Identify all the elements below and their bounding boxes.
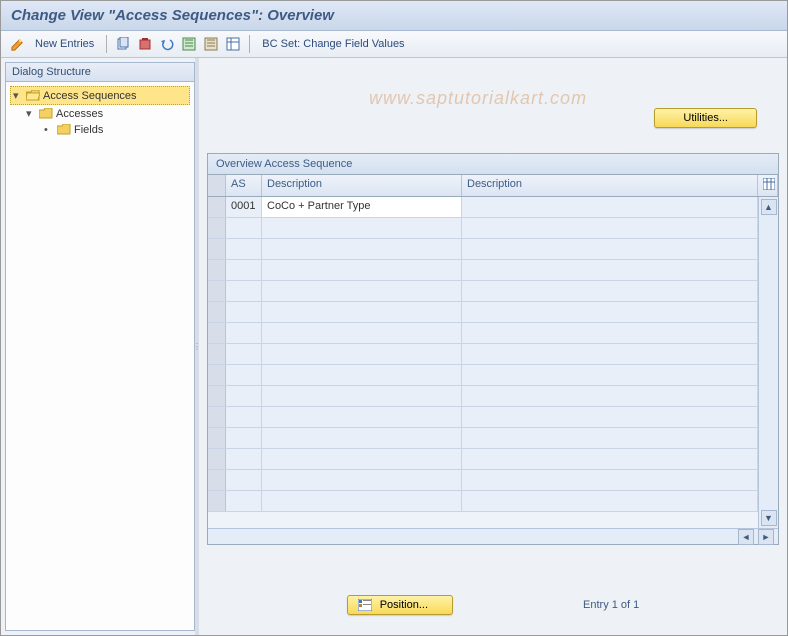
select-all-column-header[interactable] bbox=[208, 175, 226, 196]
copy-as-icon[interactable] bbox=[115, 36, 131, 52]
table-row-empty[interactable] bbox=[208, 323, 758, 344]
bottom-bar: Position... Entry 1 of 1 bbox=[199, 595, 787, 615]
delete-icon[interactable] bbox=[137, 36, 153, 52]
table-row-empty[interactable] bbox=[208, 449, 758, 470]
grid-horizontal-scroll: ◄ ► bbox=[208, 528, 778, 544]
tree-label: Accesses bbox=[56, 108, 103, 120]
folder-icon bbox=[57, 124, 71, 136]
table-row-empty[interactable] bbox=[208, 281, 758, 302]
table-row-empty[interactable] bbox=[208, 365, 758, 386]
main-panel: www.saptutorialkart.com Utilities... Ove… bbox=[199, 58, 787, 635]
table-row-empty[interactable] bbox=[208, 302, 758, 323]
bc-set-button[interactable]: BC Set: Change Field Values bbox=[258, 36, 408, 52]
watermark-text: www.saptutorialkart.com bbox=[369, 88, 587, 109]
table-row-empty[interactable] bbox=[208, 407, 758, 428]
column-header-description-2[interactable]: Description bbox=[462, 175, 758, 196]
table-row-empty[interactable] bbox=[208, 218, 758, 239]
folder-icon bbox=[39, 108, 53, 120]
column-header-as[interactable]: AS bbox=[226, 175, 262, 196]
tree-label: Access Sequences bbox=[43, 90, 137, 102]
table-row-empty[interactable] bbox=[208, 491, 758, 512]
new-entries-button[interactable]: New Entries bbox=[31, 36, 98, 52]
sidebar-header: Dialog Structure bbox=[6, 63, 194, 82]
cell-description-1[interactable]: CoCo + Partner Type bbox=[262, 197, 462, 217]
entry-counter: Entry 1 of 1 bbox=[583, 599, 639, 611]
table-row-empty[interactable] bbox=[208, 344, 758, 365]
table-row[interactable]: 0001 CoCo + Partner Type bbox=[208, 197, 758, 218]
table-row-empty[interactable] bbox=[208, 428, 758, 449]
tree: ▾ Access Sequences ▾ Accesses • bbox=[6, 82, 194, 630]
grid-title: Overview Access Sequence bbox=[208, 154, 778, 175]
collapse-icon[interactable]: ▾ bbox=[26, 107, 36, 120]
position-label: Position... bbox=[380, 599, 428, 611]
change-display-icon[interactable] bbox=[9, 36, 25, 52]
grid-vertical-scroll: ▲ ▼ bbox=[758, 197, 778, 528]
separator bbox=[249, 35, 250, 53]
select-all-icon[interactable] bbox=[181, 36, 197, 52]
tree-node-accesses[interactable]: ▾ Accesses bbox=[8, 105, 192, 122]
table-settings-icon[interactable] bbox=[225, 36, 241, 52]
leaf-bullet-icon: • bbox=[44, 124, 54, 136]
separator bbox=[106, 35, 107, 53]
cell-description-2[interactable] bbox=[462, 197, 758, 217]
tree-label: Fields bbox=[74, 124, 103, 136]
grid-rows: 0001 CoCo + Partner Type bbox=[208, 197, 758, 528]
scroll-down-icon[interactable]: ▼ bbox=[761, 510, 777, 526]
collapse-icon[interactable]: ▾ bbox=[13, 89, 23, 102]
table-row-empty[interactable] bbox=[208, 260, 758, 281]
application-toolbar: New Entries BC Set: Change Field Values bbox=[1, 31, 787, 58]
position-icon bbox=[358, 599, 372, 611]
table-row-empty[interactable] bbox=[208, 386, 758, 407]
scroll-up-icon[interactable]: ▲ bbox=[761, 199, 777, 215]
grid-header-row: AS Description Description bbox=[208, 175, 778, 197]
configure-columns-icon[interactable] bbox=[758, 175, 778, 196]
table-row-empty[interactable] bbox=[208, 470, 758, 491]
column-header-description-1[interactable]: Description bbox=[262, 175, 462, 196]
page-title: Change View "Access Sequences": Overview bbox=[1, 1, 787, 31]
overview-grid: Overview Access Sequence AS Description … bbox=[207, 153, 779, 545]
position-button[interactable]: Position... bbox=[347, 595, 453, 615]
dialog-structure-panel: Dialog Structure ▾ Access Sequences ▾ Ac… bbox=[5, 62, 195, 631]
utilities-button[interactable]: Utilities... bbox=[654, 108, 757, 128]
table-row-empty[interactable] bbox=[208, 239, 758, 260]
undo-icon[interactable] bbox=[159, 36, 175, 52]
tree-node-access-sequences[interactable]: ▾ Access Sequences bbox=[10, 86, 190, 105]
scroll-left-icon[interactable]: ◄ bbox=[738, 529, 754, 545]
grid-body: 0001 CoCo + Partner Type bbox=[208, 197, 778, 528]
cell-as[interactable]: 0001 bbox=[226, 197, 262, 217]
folder-open-icon bbox=[26, 90, 40, 102]
scroll-right-icon[interactable]: ► bbox=[758, 529, 774, 545]
tree-node-fields[interactable]: • Fields bbox=[8, 122, 192, 138]
content-area: Dialog Structure ▾ Access Sequences ▾ Ac… bbox=[1, 58, 787, 635]
deselect-all-icon[interactable] bbox=[203, 36, 219, 52]
row-selector[interactable] bbox=[208, 197, 226, 217]
